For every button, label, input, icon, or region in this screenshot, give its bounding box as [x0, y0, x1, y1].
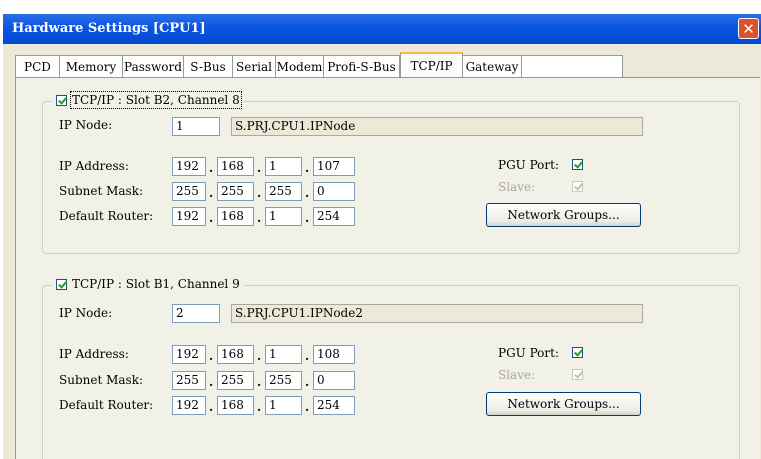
ip-address-octet-2[interactable]: 168	[217, 157, 254, 176]
subnet-mask-dot: .	[257, 186, 262, 200]
subnet-mask-label: Subnet Mask:	[59, 184, 144, 198]
subnet-mask-octet-3[interactable]: 255	[265, 371, 302, 390]
network-groups-button[interactable]: Network Groups...	[486, 203, 641, 227]
tab-modem[interactable]: Modem	[276, 56, 324, 78]
slave-label: Slave:	[498, 368, 536, 382]
tab-serial[interactable]: Serial	[233, 56, 276, 78]
subnet-mask-octet-1[interactable]: 255	[172, 182, 206, 201]
ip-node-input[interactable]: 2	[172, 304, 220, 323]
subnet-mask-dot: .	[209, 186, 214, 200]
channel-9-enable[interactable]: TCP/IP : Slot B1, Channel 9	[52, 277, 244, 291]
default-router-dot: .	[257, 211, 262, 225]
default-router-octet-4[interactable]: 254	[313, 207, 355, 226]
channel-8-enable[interactable]: TCP/IP : Slot B2, Channel 8	[52, 91, 244, 109]
default-router-dot: .	[209, 211, 214, 225]
ip-address-octet-4[interactable]: 107	[313, 157, 355, 176]
subnet-mask-octet-1[interactable]: 255	[172, 371, 206, 390]
default-router-octet-3[interactable]: 1	[265, 396, 302, 415]
ip-address-octet-3[interactable]: 1	[265, 157, 302, 176]
hardware-settings-dialog: Hardware Settings [CPU1] ✕ PCD Memory Pa…	[3, 14, 761, 459]
title-bar[interactable]: Hardware Settings [CPU1] ✕	[3, 14, 761, 44]
default-router-dot: .	[209, 400, 214, 414]
default-router-dot: .	[305, 211, 310, 225]
window-title: Hardware Settings [CPU1]	[12, 21, 206, 36]
network-groups-button[interactable]: Network Groups...	[486, 392, 641, 416]
ip-address-dot: .	[209, 349, 214, 363]
default-router-octet-2[interactable]: 168	[217, 396, 254, 415]
ip-address-label: IP Address:	[59, 347, 129, 361]
ip-node-symbol-field: S.PRJ.CPU1.IPNode2	[231, 304, 643, 323]
default-router-label: Default Router:	[59, 209, 154, 223]
ip-node-input[interactable]: 1	[172, 117, 220, 136]
ip-address-dot: .	[305, 161, 310, 175]
ip-address-octet-3[interactable]: 1	[265, 345, 302, 364]
subnet-mask-octet-2[interactable]: 255	[217, 371, 254, 390]
ip-address-label: IP Address:	[59, 159, 129, 173]
tab-tcp-ip[interactable]: TCP/IP	[400, 52, 463, 78]
subnet-mask-octet-4[interactable]: 0	[313, 182, 355, 201]
default-router-dot: .	[305, 400, 310, 414]
ip-address-octet-2[interactable]: 168	[217, 345, 254, 364]
ip-address-octet-1[interactable]: 192	[172, 345, 206, 364]
default-router-dot: .	[257, 400, 262, 414]
ip-address-octet-1[interactable]: 192	[172, 157, 206, 176]
tcpip-group-channel-8: TCP/IP : Slot B2, Channel 8 IP Node: 1 S…	[42, 91, 740, 254]
tab-strip: PCD Memory Password S-Bus Serial Modem P…	[15, 52, 623, 78]
tab-memory[interactable]: Memory	[60, 56, 123, 78]
default-router-label: Default Router:	[59, 398, 154, 412]
default-router-octet-4[interactable]: 254	[313, 396, 355, 415]
subnet-mask-octet-3[interactable]: 255	[265, 182, 302, 201]
tab-pcd[interactable]: PCD	[16, 56, 60, 78]
subnet-mask-octet-2[interactable]: 255	[217, 182, 254, 201]
channel-9-enable-checkbox[interactable]	[56, 278, 67, 290]
pgu-port-label: PGU Port:	[498, 158, 560, 172]
close-icon: ✕	[742, 19, 755, 38]
ip-node-label: IP Node:	[59, 118, 113, 132]
default-router-octet-1[interactable]: 192	[172, 207, 206, 226]
channel-9-group-title: TCP/IP : Slot B1, Channel 9	[72, 277, 240, 291]
ip-address-dot: .	[209, 161, 214, 175]
slave-checkbox	[572, 369, 583, 380]
channel-8-group-title: TCP/IP : Slot B2, Channel 8	[70, 91, 242, 109]
tab-gateway[interactable]: Gateway	[463, 56, 522, 78]
ip-address-octet-4[interactable]: 108	[313, 345, 355, 364]
subnet-mask-dot: .	[209, 375, 214, 389]
ip-node-symbol-field: S.PRJ.CPU1.IPNode	[231, 117, 643, 136]
default-router-octet-2[interactable]: 168	[217, 207, 254, 226]
close-button[interactable]: ✕	[738, 18, 759, 39]
ip-node-label: IP Node:	[59, 306, 113, 320]
subnet-mask-dot: .	[305, 375, 310, 389]
pgu-port-checkbox[interactable]	[572, 347, 583, 358]
slave-checkbox	[572, 181, 583, 192]
default-router-octet-3[interactable]: 1	[265, 207, 302, 226]
pgu-port-label: PGU Port:	[498, 346, 560, 360]
subnet-mask-dot: .	[305, 186, 310, 200]
slave-label: Slave:	[498, 180, 536, 194]
subnet-mask-octet-4[interactable]: 0	[313, 371, 355, 390]
tab-password[interactable]: Password	[123, 56, 184, 78]
tab-profi-s-bus[interactable]: Profi-S-Bus	[324, 56, 400, 78]
tcpip-group-channel-9: TCP/IP : Slot B1, Channel 9 IP Node: 2 S…	[42, 277, 740, 459]
ip-address-dot: .	[305, 349, 310, 363]
ip-address-dot: .	[257, 161, 262, 175]
pgu-port-checkbox[interactable]	[572, 159, 583, 170]
default-router-octet-1[interactable]: 192	[172, 396, 206, 415]
tab-page-tcp-ip: TCP/IP : Slot B2, Channel 8 IP Node: 1 S…	[15, 77, 760, 459]
subnet-mask-dot: .	[257, 375, 262, 389]
tab-s-bus[interactable]: S-Bus	[184, 56, 233, 78]
ip-address-dot: .	[257, 349, 262, 363]
channel-8-enable-checkbox[interactable]	[56, 94, 67, 106]
subnet-mask-label: Subnet Mask:	[59, 373, 144, 387]
